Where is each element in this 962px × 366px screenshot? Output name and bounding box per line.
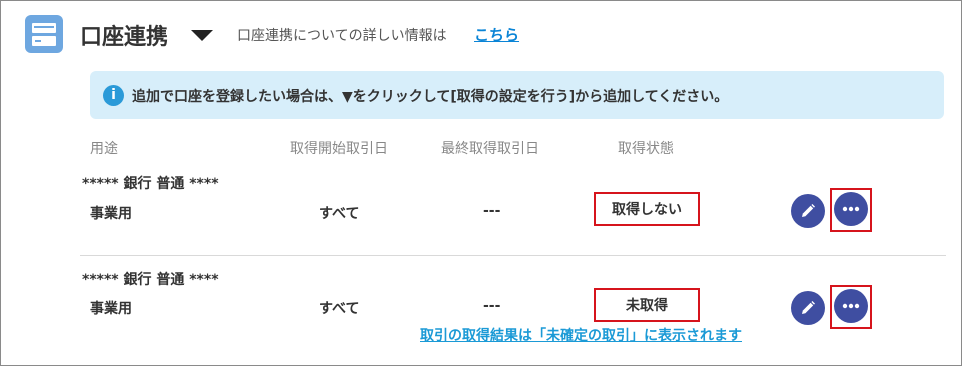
- row-start-date: すべて: [319, 301, 360, 317]
- more-icon: [842, 206, 860, 212]
- column-header-last-date: 最終取得取引日: [441, 141, 539, 157]
- edit-button[interactable]: [791, 291, 825, 325]
- status-text: 未取得: [626, 298, 668, 314]
- column-header-purpose: 用途: [90, 141, 118, 157]
- row-start-date: すべて: [319, 206, 360, 222]
- account-card-icon: [25, 15, 63, 53]
- status-text: 取得しない: [612, 202, 682, 218]
- unconfirmed-transactions-link[interactable]: 取引の取得結果は「未確定の取引」に表示されます: [420, 325, 742, 345]
- status-badge: 未取得: [594, 288, 700, 322]
- status-badge: 取得しない: [594, 192, 700, 226]
- pencil-icon: [802, 204, 815, 217]
- page-title: 口座連携: [80, 25, 169, 50]
- column-header-start-date: 取得開始取引日: [290, 141, 388, 157]
- more-icon: [842, 303, 860, 309]
- more-options-button[interactable]: [834, 289, 868, 323]
- edit-button[interactable]: [791, 194, 825, 228]
- column-header-status: 取得状態: [618, 141, 674, 157]
- info-text: 口座連携についての詳しい情報は: [237, 28, 447, 44]
- more-options-button[interactable]: [834, 192, 868, 226]
- pencil-icon: [802, 301, 815, 314]
- dropdown-caret-icon[interactable]: [191, 30, 213, 41]
- row-last-date: ---: [483, 203, 501, 219]
- row-purpose: 事業用: [90, 301, 132, 317]
- details-link[interactable]: こちら: [474, 24, 519, 45]
- account-name: ***** 銀行 普通 ****: [82, 272, 219, 288]
- row-divider: [80, 255, 946, 256]
- account-name: ***** 銀行 普通 ****: [82, 176, 219, 192]
- row-purpose: 事業用: [90, 206, 132, 222]
- info-icon: i: [103, 85, 124, 106]
- info-banner: i 追加で口座を登録したい場合は、▼をクリックして[取得の設定を行う]から追加し…: [90, 71, 944, 119]
- account-integration-panel: 口座連携 口座連携についての詳しい情報は こちら i 追加で口座を登録したい場合…: [0, 0, 962, 366]
- row-last-date: ---: [483, 298, 501, 314]
- banner-text: 追加で口座を登録したい場合は、▼をクリックして[取得の設定を行う]から追加してく…: [132, 89, 729, 105]
